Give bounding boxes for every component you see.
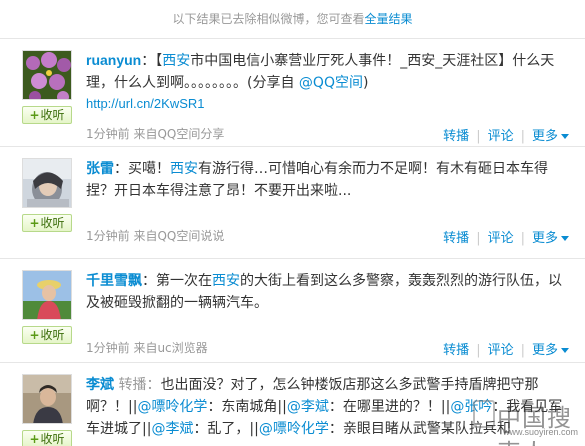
more-button[interactable]: 更多 bbox=[532, 343, 569, 358]
post-meta: 1分钟前 来自QQ空间分享 bbox=[86, 127, 225, 141]
comment-button[interactable]: 评论 bbox=[488, 129, 514, 144]
seal-icon bbox=[473, 400, 495, 428]
chevron-down-icon bbox=[561, 348, 569, 353]
avatar[interactable] bbox=[22, 374, 72, 424]
avatar[interactable] bbox=[22, 50, 72, 100]
post-content: 千里雪飘：第一次在西安的大街上看到这么多警察，轰轰烈烈的游行队伍，以及被砸毁掀翻… bbox=[86, 269, 566, 314]
divider: | bbox=[520, 231, 525, 246]
post-text: ：【 bbox=[141, 53, 163, 69]
feed-item: +收听 张雷：买噶！西安有游行得…可惜咱心有余而力不足啊！有木有砸日本车得捏？开… bbox=[0, 146, 585, 258]
follow-label: 收听 bbox=[40, 108, 65, 122]
user-mention[interactable]: @李斌 bbox=[287, 399, 329, 415]
notice-text: 以下结果已去除相似微博，您可查看 bbox=[172, 12, 365, 26]
more-button[interactable]: 更多 bbox=[532, 129, 569, 144]
similar-results-notice: 以下结果已去除相似微博，您可查看全量结果 bbox=[0, 0, 585, 38]
share-source-link[interactable]: @QQ空间 bbox=[299, 75, 363, 91]
keyword-highlight[interactable]: 西安 bbox=[162, 53, 190, 69]
more-button[interactable]: 更多 bbox=[532, 231, 569, 246]
user-mention[interactable]: @李斌 bbox=[151, 421, 193, 437]
divider: | bbox=[476, 231, 481, 246]
keyword-highlight[interactable]: 西安 bbox=[170, 161, 198, 177]
follow-button[interactable]: +收听 bbox=[22, 106, 72, 124]
post-text: ：买噶！ bbox=[114, 161, 170, 177]
feed-item: +收听 ruanyun：【西安市中国电信小寨营业厅死人事件！_西安_天涯社区】什… bbox=[0, 38, 585, 146]
site-watermark: 中国搜索人 www.suoyiren.com bbox=[453, 396, 579, 446]
weibo-feed: +收听 ruanyun：【西安市中国电信小寨营业厅死人事件！_西安_天涯社区】什… bbox=[0, 38, 585, 446]
post-meta: 1分钟前 来自QQ空间说说 bbox=[86, 229, 225, 243]
more-label: 更多 bbox=[531, 129, 558, 144]
author-name[interactable]: 张雷 bbox=[86, 160, 114, 176]
post-text: ：在哪里进的？！|| bbox=[328, 399, 451, 415]
repost-button[interactable]: 转播 bbox=[443, 129, 469, 144]
author-name[interactable]: 李斌 bbox=[86, 376, 114, 392]
follow-button[interactable]: +收听 bbox=[22, 430, 72, 446]
chevron-down-icon bbox=[561, 134, 569, 139]
repost-button[interactable]: 转播 bbox=[443, 231, 469, 246]
divider: | bbox=[520, 343, 525, 358]
follow-label: 收听 bbox=[40, 328, 65, 342]
repost-button[interactable]: 转播 bbox=[443, 343, 469, 358]
user-mention[interactable]: @嘌呤化学 bbox=[259, 421, 329, 437]
full-results-link[interactable]: 全量结果 bbox=[365, 12, 413, 26]
post-text: ) bbox=[362, 75, 369, 91]
more-label: 更多 bbox=[531, 231, 558, 246]
divider: | bbox=[476, 129, 481, 144]
post-text: ：乱了，|| bbox=[193, 421, 259, 437]
post-actions: 转播 | 评论 | 更多 bbox=[443, 125, 569, 144]
divider: | bbox=[520, 129, 525, 144]
follow-button[interactable]: +收听 bbox=[22, 326, 72, 344]
post-content: ruanyun：【西安市中国电信小寨营业厅死人事件！_西安_天涯社区】什么天理，… bbox=[86, 49, 566, 94]
user-mention[interactable]: @嘌呤化学 bbox=[137, 399, 207, 415]
follow-label: 收听 bbox=[40, 432, 65, 446]
post-actions: 转播 | 评论 | 更多 bbox=[443, 227, 569, 246]
follow-button[interactable]: +收听 bbox=[22, 214, 72, 232]
avatar[interactable] bbox=[22, 158, 72, 208]
follow-label: 收听 bbox=[40, 216, 65, 230]
post-text: ：东南城角|| bbox=[207, 399, 287, 415]
repost-tag: 转播： bbox=[114, 377, 161, 393]
post-text: ：第一次在 bbox=[142, 273, 212, 289]
more-label: 更多 bbox=[531, 343, 558, 358]
comment-button[interactable]: 评论 bbox=[488, 343, 514, 358]
feed-item: +收听 千里雪飘：第一次在西安的大街上看到这么多警察，轰轰烈烈的游行队伍，以及被… bbox=[0, 258, 585, 362]
author-name[interactable]: 千里雪飘 bbox=[86, 272, 142, 288]
post-meta: 1分钟前 来自uc浏览器 bbox=[86, 341, 208, 355]
post-content: 张雷：买噶！西安有游行得…可惜咱心有余而力不足啊！有木有砸日本车得捏？开日本车得… bbox=[86, 157, 566, 202]
watermark-url: www.suoyiren.com bbox=[503, 427, 579, 437]
divider: | bbox=[476, 343, 481, 358]
avatar[interactable] bbox=[22, 270, 72, 320]
post-actions: 转播 | 评论 | 更多 bbox=[443, 339, 569, 358]
comment-button[interactable]: 评论 bbox=[488, 231, 514, 246]
watermark-text: 中国搜索人 bbox=[497, 404, 572, 446]
keyword-highlight[interactable]: 西安 bbox=[212, 273, 240, 289]
author-name[interactable]: ruanyun bbox=[86, 52, 141, 68]
short-url-link[interactable]: http://url.cn/2KwSR1 bbox=[86, 96, 205, 111]
chevron-down-icon bbox=[561, 236, 569, 241]
